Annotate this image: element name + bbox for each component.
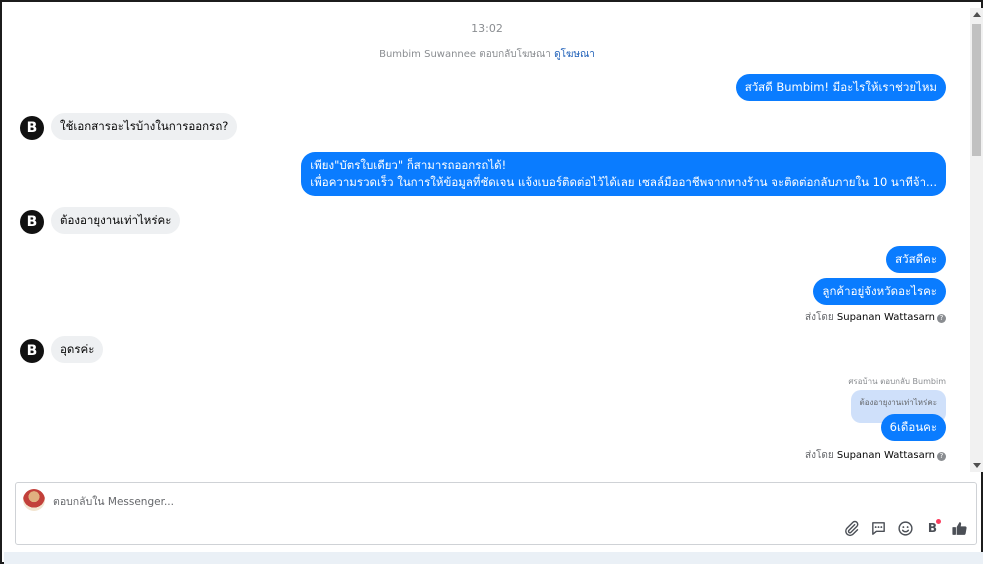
message-timestamp: 13:02 <box>471 22 503 35</box>
chat-scrollbar[interactable] <box>970 8 983 472</box>
saved-reply-icon[interactable] <box>870 520 887 537</box>
chat-thread: 13:02 Bumbim Suwannee ตอบกลับโฆษณา ดูโฆษ… <box>4 8 970 472</box>
message-line-1: เพียง"บัตรใบเดียว" ก็สามารถออกรถได้! <box>310 158 507 172</box>
message-composer: B <box>15 482 977 545</box>
sent-by-label: ส่งโดย Supanan Wattasarn? <box>805 448 946 463</box>
message-bubble-outgoing[interactable]: ลูกค้าอยู่จังหวัดอะไรคะ <box>813 278 946 305</box>
message-line-2: เพื่อความรวดเร็ว ในการให้ข้อมูลที่ชัดเจน… <box>310 175 937 189</box>
message-bubble-incoming[interactable]: ใช้เอกสารอะไรบ้างในการออกรถ? <box>51 113 238 140</box>
sender-name[interactable]: Supanan Wattasarn <box>837 450 935 461</box>
message-bubble-outgoing[interactable]: สวัสดี Bumbim! มีอะไรให้เราช่วยไหม <box>735 74 946 101</box>
contact-avatar[interactable]: B <box>20 339 44 363</box>
bottom-strip <box>4 552 983 564</box>
sender-name[interactable]: Supanan Wattasarn <box>837 312 935 323</box>
message-bubble-incoming[interactable]: ต้องอายุงานเท่าไหร่คะ <box>51 207 181 234</box>
ad-reply-text: Bumbim Suwannee ตอบกลับโฆษณา <box>379 49 551 60</box>
contact-avatar[interactable]: B <box>20 116 44 140</box>
emoji-icon[interactable] <box>897 520 914 537</box>
notification-dot <box>936 518 941 524</box>
help-icon[interactable]: ? <box>937 452 946 461</box>
help-icon[interactable]: ? <box>937 314 946 323</box>
scroll-thumb[interactable] <box>972 24 981 156</box>
messenger-window: 13:02 Bumbim Suwannee ตอบกลับโฆษณา ดูโฆษ… <box>0 0 983 564</box>
reply-input[interactable] <box>53 493 653 511</box>
b-badge-icon[interactable]: B <box>924 518 941 537</box>
quote-reply-meta: ศรอบ้าน ตอบกลับ Bumbim <box>848 377 946 386</box>
message-bubble-incoming[interactable]: อุดรค่ะ <box>51 336 104 363</box>
composer-toolbar: B <box>843 517 968 539</box>
scroll-up-arrow-icon[interactable] <box>973 12 981 17</box>
contact-avatar[interactable]: B <box>20 210 44 234</box>
message-bubble-outgoing[interactable]: 6เดือนคะ <box>880 414 946 441</box>
message-bubble-outgoing[interactable]: เพียง"บัตรใบเดียว" ก็สามารถออกรถได้! เพื… <box>301 152 946 196</box>
view-ad-link[interactable]: ดูโฆษณา <box>554 49 595 60</box>
scroll-down-arrow-icon[interactable] <box>973 463 981 468</box>
message-bubble-outgoing[interactable]: สวัสดีคะ <box>886 246 946 273</box>
sent-by-label: ส่งโดย Supanan Wattasarn? <box>805 310 946 325</box>
thumbs-up-icon[interactable] <box>951 520 968 537</box>
page-avatar <box>23 489 45 511</box>
ad-reply-notice: Bumbim Suwannee ตอบกลับโฆษณา ดูโฆษณา <box>4 47 970 62</box>
paperclip-icon[interactable] <box>843 520 860 537</box>
